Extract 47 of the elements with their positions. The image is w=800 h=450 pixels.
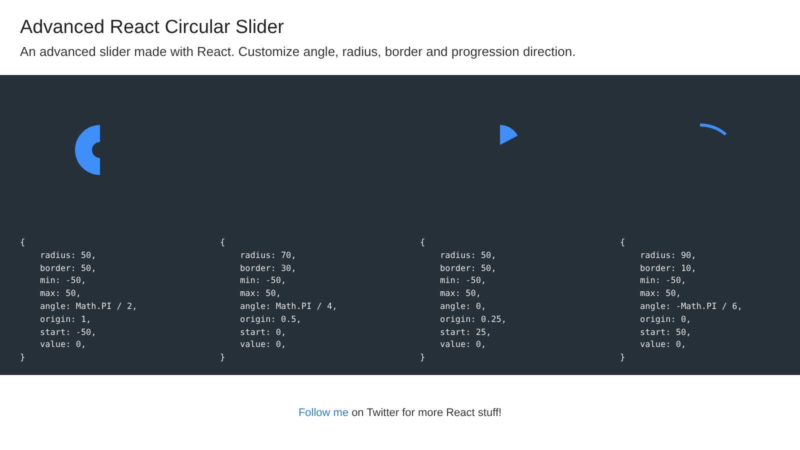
code-line: value: 0, bbox=[439, 339, 488, 352]
code-line: } bbox=[420, 352, 426, 365]
code-line: start: 50, bbox=[639, 326, 692, 340]
code-line: start: -50, bbox=[39, 326, 98, 340]
code-line: max: 50, bbox=[639, 288, 682, 301]
code-line: min: -50, bbox=[639, 275, 688, 288]
code-line: origin: 0.25, bbox=[439, 314, 508, 327]
code-line: angle: Math.PI / 4, bbox=[239, 300, 338, 314]
code-line: radius: 70, bbox=[239, 250, 298, 263]
code-line: start: 25, bbox=[439, 326, 492, 340]
arc-slider-drawing[interactable] bbox=[700, 124, 727, 136]
code-line: value: 0, bbox=[639, 339, 688, 352]
code-line: border: 30, bbox=[239, 262, 298, 276]
code-line: { bbox=[20, 237, 26, 250]
code-line: radius: 50, bbox=[39, 250, 98, 263]
code-line: { bbox=[220, 237, 226, 250]
code-line: border: 50, bbox=[439, 262, 498, 276]
footer-text: on Twitter for more React stuff! bbox=[352, 406, 502, 418]
code-line: value: 0, bbox=[239, 339, 288, 352]
code-line: } bbox=[20, 352, 26, 365]
arc-slider-drawing[interactable] bbox=[500, 125, 518, 145]
code-line: angle: Math.PI / 2, bbox=[39, 300, 138, 314]
code-line: angle: -Math.PI / 6, bbox=[639, 300, 744, 314]
page-title: Advanced React Circular Slider bbox=[20, 17, 286, 39]
code-line: max: 50, bbox=[39, 288, 82, 301]
code-line: radius: 90, bbox=[639, 250, 698, 263]
code-line: min: -50, bbox=[239, 275, 288, 288]
code-line: angle: 0, bbox=[439, 300, 488, 314]
code-line: max: 50, bbox=[239, 288, 282, 301]
page-subtitle: An advanced slider made with React. Customize angle, radius, border and progression direction. bbox=[20, 44, 577, 59]
code-line: } bbox=[220, 352, 226, 365]
code-line: radius: 50, bbox=[439, 250, 498, 263]
code-line: max: 50, bbox=[439, 288, 482, 301]
code-line: origin: 1, bbox=[39, 314, 92, 327]
code-line: start: 0, bbox=[239, 326, 288, 340]
code-line: value: 0, bbox=[39, 339, 88, 352]
code-line: min: -50, bbox=[439, 275, 488, 288]
follow-link[interactable]: Follow me bbox=[298, 406, 349, 418]
code-line: { bbox=[420, 237, 426, 250]
arc-slider-drawing[interactable] bbox=[75, 125, 100, 175]
code-line: origin: 0.5, bbox=[239, 314, 302, 327]
code-line: border: 50, bbox=[39, 262, 98, 276]
code-line: { bbox=[620, 237, 626, 250]
code-line: min: -50, bbox=[39, 275, 88, 288]
code-line: } bbox=[620, 352, 626, 365]
code-line: border: 10, bbox=[639, 262, 698, 276]
code-line: origin: 0, bbox=[639, 314, 692, 327]
